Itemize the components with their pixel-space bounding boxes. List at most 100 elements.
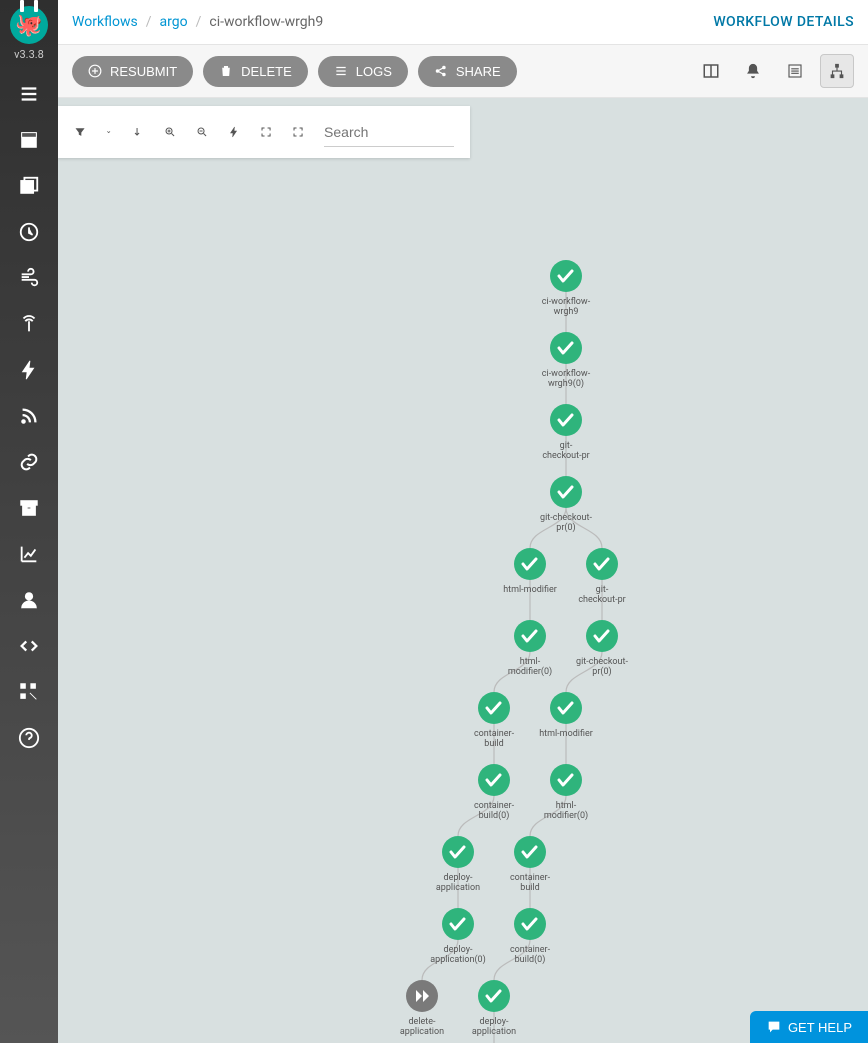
node-label: html-modifier xyxy=(539,729,593,739)
list-icon xyxy=(786,62,804,80)
cron-icon xyxy=(18,221,40,243)
node-label: html- xyxy=(520,657,541,667)
logs-button[interactable]: LOGS xyxy=(318,56,408,87)
workflow-node[interactable]: git-checkout-pr(0) xyxy=(576,620,628,677)
archive-icon xyxy=(18,497,40,519)
nav-antenna-icon[interactable] xyxy=(0,301,58,347)
summary-panel-button[interactable] xyxy=(694,54,728,88)
node-label: application xyxy=(400,1027,444,1037)
node-label: wrgh9 xyxy=(554,307,579,317)
node-label: deploy- xyxy=(444,945,473,955)
workflow-details-link[interactable]: WORKFLOW DETAILS xyxy=(713,14,854,30)
workflow-node[interactable]: container-build(0) xyxy=(474,764,515,821)
nav-help-icon[interactable] xyxy=(0,715,58,761)
node-label: build xyxy=(520,883,539,893)
action-toolbar: RESUBMIT DELETE LOGS SHARE xyxy=(58,44,868,98)
node-label: container- xyxy=(474,729,515,739)
workflow-node[interactable]: html-modifier xyxy=(539,692,593,739)
workflow-node[interactable]: ci-workflow-wrgh9 xyxy=(542,260,591,317)
antenna-icon xyxy=(18,313,40,335)
node-label: container- xyxy=(510,945,551,955)
graph-view-button[interactable] xyxy=(820,54,854,88)
rss-icon xyxy=(18,405,40,427)
bell-icon xyxy=(744,62,762,80)
node-label: application xyxy=(436,883,480,893)
nav-code-icon[interactable] xyxy=(0,623,58,669)
nav-archive-icon[interactable] xyxy=(0,485,58,531)
node-label: git-checkout- xyxy=(576,657,628,667)
node-label: checkout-pr xyxy=(542,451,589,461)
node-label: application xyxy=(472,1027,516,1037)
crumb-sep: / xyxy=(146,14,152,30)
menu-icon xyxy=(18,83,40,105)
nav-bolt-icon[interactable] xyxy=(0,347,58,393)
link-icon xyxy=(18,451,40,473)
workflow-node[interactable]: container-build xyxy=(474,692,515,749)
nav-link-icon[interactable] xyxy=(0,439,58,485)
node-label: html-modifier xyxy=(503,585,557,595)
nav-wind-icon[interactable] xyxy=(0,255,58,301)
node-label: container- xyxy=(510,873,551,883)
sidebar: 🐙 v3.3.8 xyxy=(0,0,58,1043)
templates-icon xyxy=(18,129,40,151)
events-button[interactable] xyxy=(736,54,770,88)
workflow-node[interactable]: ci-workflow-wrgh9(0) xyxy=(542,332,591,389)
timeline-button[interactable] xyxy=(778,54,812,88)
bolt-icon xyxy=(18,359,40,381)
workflow-graph[interactable]: ci-workflow-wrgh9 ci-workflow-wrgh9(0) git… xyxy=(58,98,868,1043)
node-label: deploy- xyxy=(480,1017,509,1027)
node-label: git-checkout- xyxy=(540,513,592,523)
nav-plugin-icon[interactable] xyxy=(0,669,58,715)
logs-label: LOGS xyxy=(356,64,392,79)
get-help-button[interactable]: GET HELP xyxy=(750,1011,868,1043)
share-label: SHARE xyxy=(456,64,501,79)
workflow-node[interactable]: git-checkout-pr xyxy=(578,548,625,605)
graph-canvas[interactable]: ci-workflow-wrgh9 ci-workflow-wrgh9(0) git… xyxy=(58,98,868,1043)
delete-label: DELETE xyxy=(241,64,292,79)
workflow-node[interactable]: deploy-application xyxy=(472,980,516,1037)
templates2-icon xyxy=(18,175,40,197)
share-button[interactable]: SHARE xyxy=(418,56,517,87)
argo-logo: 🐙 xyxy=(10,6,48,44)
node-label: delete- xyxy=(408,1017,436,1027)
workflow-node[interactable]: html-modifier xyxy=(503,548,557,595)
chat-icon xyxy=(766,1019,782,1035)
nav-cron-icon[interactable] xyxy=(0,209,58,255)
node-label: pr(0) xyxy=(556,522,575,533)
node-label: build xyxy=(484,739,503,749)
workflow-node[interactable]: delete-application xyxy=(400,980,444,1037)
nav-user-icon[interactable] xyxy=(0,577,58,623)
nav-chart-icon[interactable] xyxy=(0,531,58,577)
workflow-node[interactable]: container-build xyxy=(510,836,551,893)
node-label: build(0) xyxy=(479,810,510,821)
chart-icon xyxy=(18,543,40,565)
node-label: build(0) xyxy=(515,954,546,965)
nav-rss-icon[interactable] xyxy=(0,393,58,439)
bars-icon xyxy=(334,64,348,78)
node-label: checkout-pr xyxy=(578,595,625,605)
plus-circle-icon xyxy=(88,64,102,78)
workflow-node[interactable]: git-checkout-pr(0) xyxy=(540,476,592,533)
workflow-node[interactable]: html-modifier(0) xyxy=(544,764,588,821)
workflow-node[interactable]: git-checkout-pr xyxy=(542,404,589,461)
workflow-node[interactable]: html-modifier(0) xyxy=(508,620,552,677)
node-label: container- xyxy=(474,801,515,811)
crumb-workflows[interactable]: Workflows xyxy=(72,14,138,30)
node-label: ci-workflow- xyxy=(542,369,591,379)
node-label: application(0) xyxy=(430,954,486,965)
workflow-node[interactable]: deploy-application xyxy=(436,836,480,893)
node-label: html- xyxy=(556,801,577,811)
node-label: modifier(0) xyxy=(544,810,588,821)
nav-menu-icon[interactable] xyxy=(0,71,58,117)
nav-templates-icon[interactable] xyxy=(0,117,58,163)
crumb-namespace[interactable]: argo xyxy=(160,14,188,30)
delete-button[interactable]: DELETE xyxy=(203,56,308,87)
columns-icon xyxy=(702,62,720,80)
nav-templates2-icon[interactable] xyxy=(0,163,58,209)
share-icon xyxy=(434,64,448,78)
node-label: git- xyxy=(596,585,609,595)
main: Workflows / argo / ci-workflow-wrgh9 WOR… xyxy=(58,0,868,1043)
resubmit-button[interactable]: RESUBMIT xyxy=(72,56,193,87)
workflow-node[interactable]: deploy-application(0) xyxy=(430,908,486,965)
workflow-node[interactable]: container-build(0) xyxy=(510,908,551,965)
